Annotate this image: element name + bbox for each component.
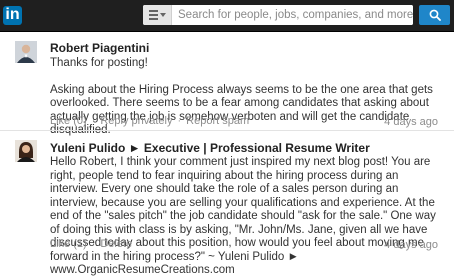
report-spam-link[interactable]: Report spam <box>186 115 249 127</box>
comment-paragraph: Hello Robert, I think your comment just … <box>50 156 436 276</box>
like-link[interactable]: Like (0) <box>50 115 87 127</box>
comment-body: Hello Robert, I think your comment just … <box>50 156 446 278</box>
linkedin-logo[interactable]: in <box>3 4 22 26</box>
comment-author[interactable]: Yuleni Pulido ► Executive | Professional… <box>50 141 370 155</box>
comment-author[interactable]: Robert Piagentini <box>50 41 149 55</box>
comment-paragraph: Thanks for posting! <box>50 57 148 69</box>
separator: · <box>91 115 96 127</box>
menu-icon <box>148 10 158 20</box>
delete-link[interactable]: Delete <box>100 238 132 250</box>
comment-actions: Like (1) · Delete <box>50 238 132 250</box>
search-icon <box>429 9 441 21</box>
like-link[interactable]: Like (1) <box>50 238 87 250</box>
reply-privately-link[interactable]: Reply privately <box>100 115 172 127</box>
comment-item: Robert Piagentini Thanks for posting! As… <box>0 32 454 136</box>
top-navigation-bar: in <box>0 0 454 32</box>
separator: · <box>91 238 96 250</box>
comment-timestamp: 4 days ago <box>384 116 438 128</box>
comment-actions: Like (0) · Reply privately · Report spam <box>50 115 249 127</box>
search-input[interactable] <box>172 5 413 25</box>
search-bar <box>143 5 413 25</box>
comment-item: Yuleni Pulido ► Executive | Professional… <box>0 131 454 276</box>
separator: · <box>177 115 182 127</box>
avatar[interactable] <box>15 41 37 63</box>
search-button[interactable] <box>419 5 450 25</box>
chevron-down-icon <box>159 13 166 17</box>
comment-timestamp: 4 days ago <box>384 239 438 251</box>
avatar[interactable] <box>15 140 37 162</box>
search-category-dropdown[interactable] <box>143 5 172 25</box>
logo-in-box: in <box>3 5 22 25</box>
